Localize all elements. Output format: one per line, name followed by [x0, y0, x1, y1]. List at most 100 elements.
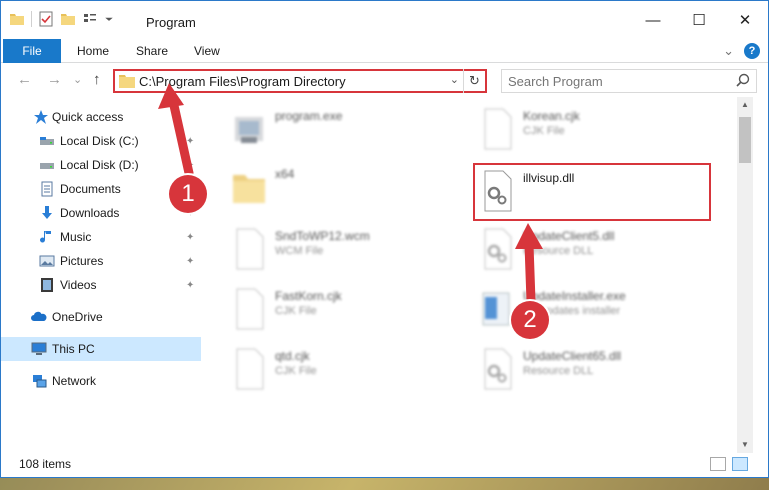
sidebar-item-label: Documents [60, 182, 121, 196]
refresh-button[interactable]: ↻ [463, 69, 485, 93]
file-explorer-window: Program — ☐ ✕ File Home Share View ⌄ ? ←… [0, 0, 769, 478]
large-icons-view-icon[interactable] [732, 457, 748, 471]
sidebar-item-onedrive[interactable]: OneDrive [1, 305, 201, 329]
view-toggle [710, 457, 748, 471]
folder-icon [119, 75, 135, 88]
new-folder-icon[interactable] [60, 11, 76, 27]
navigation-pane: Quick access Local Disk (C:) ✦ Local Dis… [1, 101, 201, 451]
sidebar-item-label: Local Disk (C:) [60, 134, 139, 148]
sidebar-item-label: Quick access [52, 110, 124, 124]
documents-icon [41, 181, 53, 197]
file-item-updateclient5-dll[interactable]: UpdateClient5.dll Resource DLL [479, 225, 719, 277]
sidebar-item-label: OneDrive [52, 310, 103, 324]
sidebar-item-music[interactable]: Music ✦ [1, 225, 201, 249]
file-item-sndtowp12-wcm[interactable]: SndToWP12.wcm WCM File [231, 225, 471, 277]
sidebar-item-pictures[interactable]: Pictures ✦ [1, 249, 201, 273]
sidebar-item-label: Pictures [60, 254, 104, 268]
minimize-button[interactable]: — [630, 1, 676, 39]
exe-icon [235, 117, 263, 143]
file-item-program-exe[interactable]: program.exe [231, 105, 471, 157]
item-count: 108 items [19, 457, 72, 471]
file-item-korean-cjk[interactable]: Korean.cjk CJK File [479, 105, 719, 157]
back-button[interactable]: ← [17, 71, 32, 88]
download-icon [42, 206, 52, 219]
sidebar-item-label: Local Disk (D:) [60, 158, 139, 172]
address-path[interactable]: C:\Program Files\Program Directory [139, 74, 346, 89]
document-icon [484, 108, 512, 150]
title-bar[interactable]: Program — ☐ ✕ [1, 1, 768, 39]
file-name: UpdateClient65.dll [523, 349, 622, 363]
sidebar-item-label: Network [52, 374, 97, 388]
sidebar-item-network[interactable]: Network [1, 369, 201, 393]
pin-icon[interactable]: ✦ [186, 232, 194, 243]
target-file-highlight [473, 163, 711, 221]
sidebar-item-quick-access[interactable]: Quick access [1, 105, 201, 129]
status-bar: 108 items [1, 453, 768, 477]
search-input[interactable] [508, 73, 728, 89]
sidebar-item-this-pc[interactable]: This PC [1, 337, 201, 361]
customize-toolbar-icon[interactable] [82, 11, 98, 27]
forward-button[interactable]: → [47, 71, 62, 88]
document-icon [236, 228, 264, 270]
pictures-icon [39, 255, 55, 267]
sidebar-item-videos[interactable]: Videos ✦ [1, 273, 201, 297]
scroll-up-icon[interactable]: ▲ [737, 97, 753, 113]
ribbon-tabs: File Home Share View ⌄ ? [1, 39, 768, 63]
file-type: CJK File [275, 305, 317, 317]
music-icon [40, 231, 51, 243]
tab-share[interactable]: Share [136, 39, 168, 63]
file-name: qtd.cjk [275, 349, 310, 363]
file-name: SndToWP12.wcm [275, 229, 370, 243]
quick-access-toolbar [9, 11, 114, 27]
videos-icon [41, 278, 53, 292]
search-icon[interactable] [736, 73, 750, 87]
scroll-down-icon[interactable]: ▼ [737, 437, 753, 453]
address-dropdown-icon[interactable]: ⌄ [450, 73, 459, 86]
toolbar-divider [31, 11, 32, 27]
file-name: program.exe [275, 109, 343, 123]
properties-icon[interactable] [38, 11, 54, 27]
search-box[interactable] [501, 69, 757, 93]
cloud-icon [31, 311, 47, 321]
vertical-scrollbar[interactable]: ▲ ▼ [737, 97, 753, 453]
file-item-qtd-cjk[interactable]: qtd.cjk CJK File [231, 345, 471, 397]
close-button[interactable]: ✕ [722, 1, 768, 39]
tab-file[interactable]: File [3, 39, 61, 63]
chevron-down-icon[interactable] [104, 11, 114, 27]
address-bar[interactable]: C:\Program Files\Program Directory ⌄ ↻ [113, 69, 487, 93]
recent-locations-button[interactable]: ⌄ [73, 73, 82, 86]
file-type: Resource DLL [523, 245, 594, 257]
pin-icon[interactable]: ✦ [186, 160, 194, 171]
sidebar-item-downloads[interactable]: Downloads ✦ [1, 201, 201, 225]
file-type: Resource DLL [523, 365, 594, 377]
sidebar-item-label: This PC [52, 342, 95, 356]
document-icon [236, 348, 264, 390]
navigation-bar: ← → ⌄ ↑ C:\Program Files\Program Directo… [1, 63, 768, 97]
network-icon [33, 375, 47, 388]
file-item-x64-folder[interactable]: x64 [231, 163, 471, 215]
file-item-updateclient65-dll[interactable]: UpdateClient65.dll Resource DLL [479, 345, 719, 397]
pin-icon[interactable]: ✦ [186, 280, 194, 291]
sidebar-item-local-disk-d[interactable]: Local Disk (D:) ✦ [1, 153, 201, 177]
details-view-icon[interactable] [710, 457, 726, 471]
pin-icon[interactable]: ✦ [186, 256, 194, 267]
tab-view[interactable]: View [194, 39, 220, 63]
tab-home[interactable]: Home [77, 39, 109, 63]
sidebar-item-label: Downloads [60, 206, 120, 220]
pin-icon[interactable]: ✦ [186, 136, 194, 147]
ribbon-right-controls: ⌄ ? [723, 43, 760, 59]
file-type: CJK File [275, 365, 317, 377]
star-icon [34, 110, 48, 124]
computer-icon [31, 342, 47, 355]
scrollbar-thumb[interactable] [739, 117, 751, 163]
sidebar-item-local-disk-c[interactable]: Local Disk (C:) ✦ [1, 129, 201, 153]
file-list: program.exe Korean.cjk CJK File x64 illv… [201, 101, 737, 451]
window-controls: — ☐ ✕ [630, 1, 768, 39]
help-icon[interactable]: ? [744, 43, 760, 59]
expand-ribbon-icon[interactable]: ⌄ [723, 43, 734, 59]
file-name: UpdateInstaller.exe [523, 289, 626, 303]
up-button[interactable]: ↑ [93, 71, 101, 88]
file-type: CJK File [523, 125, 565, 137]
maximize-button[interactable]: ☐ [676, 1, 722, 39]
file-item-fastkorn-cjk[interactable]: FastKorn.cjk CJK File [231, 285, 471, 337]
